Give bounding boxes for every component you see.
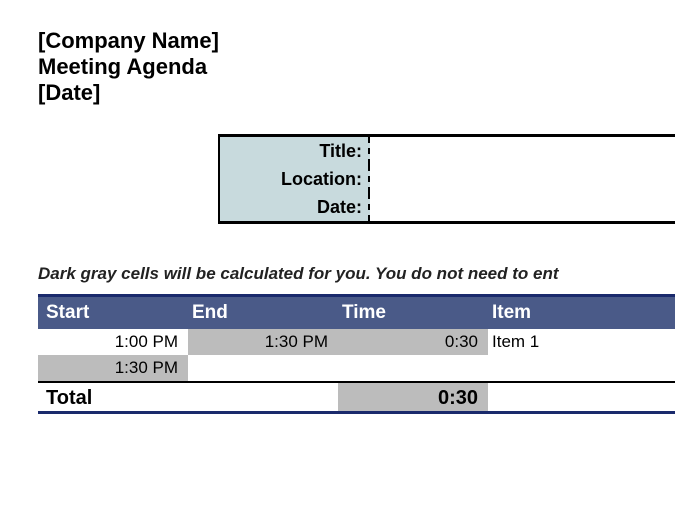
table-row: 1:00 PM 1:30 PM 0:30 Item 1 <box>38 329 675 355</box>
cell-end[interactable] <box>188 355 338 381</box>
cell-item[interactable] <box>488 355 675 381</box>
cell-time: 0:30 <box>338 329 488 355</box>
cell-start[interactable]: 1:00 PM <box>38 329 188 355</box>
cell-item[interactable]: Item 1 <box>488 329 675 355</box>
location-label: Location: <box>220 165 370 193</box>
table-header-row: Start End Time Item <box>38 297 675 329</box>
document-title: Meeting Agenda <box>38 54 675 80</box>
table-row: 1:30 PM <box>38 355 675 381</box>
cell-end: 1:30 PM <box>188 329 338 355</box>
total-label: Total <box>38 383 338 411</box>
agenda-table: Start End Time Item 1:00 PM 1:30 PM 0:30… <box>38 294 675 414</box>
date-label: Date: <box>220 193 370 221</box>
meeting-info-box: Title: Location: Date: <box>218 134 675 224</box>
header-start: Start <box>38 297 188 329</box>
total-row: Total 0:30 <box>38 381 675 411</box>
title-field[interactable] <box>370 137 675 165</box>
date-placeholder: [Date] <box>38 80 675 106</box>
header-end: End <box>188 297 338 329</box>
cell-time <box>338 355 488 381</box>
header-item: Item <box>488 297 675 329</box>
header-time: Time <box>338 297 488 329</box>
company-name-placeholder: [Company Name] <box>38 28 675 54</box>
title-label: Title: <box>220 137 370 165</box>
hint-text: Dark gray cells will be calculated for y… <box>38 264 675 284</box>
location-field[interactable] <box>370 165 675 193</box>
total-time: 0:30 <box>338 383 488 411</box>
date-field[interactable] <box>370 193 675 221</box>
cell-start: 1:30 PM <box>38 355 188 381</box>
